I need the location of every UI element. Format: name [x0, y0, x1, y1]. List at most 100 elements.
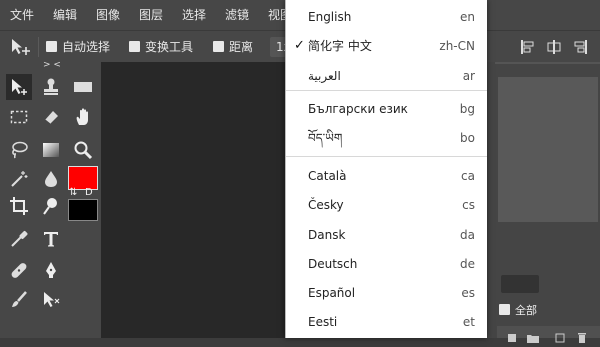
- language-dropdown: English en ✓ 简化字 中文 zh-CN العربية ar Бъл…: [285, 0, 487, 338]
- checkbox-icon: [499, 304, 510, 315]
- language-code: et: [462, 315, 475, 329]
- rectangle-icon: [74, 82, 92, 92]
- marquee-tool-button[interactable]: [6, 104, 32, 130]
- brush-icon: [12, 291, 27, 307]
- stamp-tool-button[interactable]: [38, 74, 64, 100]
- healing-tool-button[interactable]: [6, 257, 32, 283]
- language-code: cs: [462, 198, 475, 212]
- toolbox: > < ⇅ D: [0, 60, 101, 338]
- transform-tools-checkbox[interactable]: 变换工具: [129, 39, 193, 55]
- blur-tool-button[interactable]: [38, 166, 64, 192]
- language-name: Česky: [308, 198, 344, 212]
- marquee-icon: [10, 110, 28, 124]
- droplet-icon: [45, 171, 57, 187]
- brush-tool-button[interactable]: [6, 287, 32, 313]
- menu-file[interactable]: 文件: [10, 0, 34, 30]
- language-item-es[interactable]: Español es: [286, 281, 487, 305]
- language-name: Español: [308, 286, 356, 300]
- magic-wand-tool-button[interactable]: [6, 166, 32, 192]
- rectangle-tool-button[interactable]: [70, 74, 96, 100]
- lasso-icon: [12, 141, 28, 159]
- language-name: Български език: [308, 102, 408, 116]
- language-code: es: [461, 286, 475, 300]
- text-tool-button[interactable]: [38, 226, 64, 252]
- language-code: da: [460, 228, 475, 242]
- swap-colors-icon[interactable]: ⇅: [69, 187, 77, 198]
- menu-image[interactable]: 图像: [96, 0, 120, 30]
- language-item-ca[interactable]: Català ca: [286, 164, 487, 188]
- toolbox-collapse[interactable]: > <: [43, 60, 61, 70]
- language-code: bg: [459, 102, 475, 116]
- text-icon: [44, 232, 58, 247]
- menu-select[interactable]: 选择: [182, 0, 206, 30]
- language-code: de: [460, 257, 475, 271]
- zoom-tool-button[interactable]: [70, 137, 96, 163]
- align-center-icon[interactable]: [546, 39, 562, 55]
- hand-tool-button[interactable]: [70, 104, 96, 130]
- language-item-zh-cn[interactable]: ✓ 简化字 中文 zh-CN: [286, 34, 487, 58]
- distance-checkbox[interactable]: 距离: [213, 39, 253, 55]
- magic-wand-icon: [11, 171, 28, 187]
- eyedropper-icon: [11, 231, 28, 247]
- align-left-icon[interactable]: [520, 39, 536, 55]
- language-item-en[interactable]: English en: [286, 5, 487, 29]
- language-item-bo[interactable]: བོད་ཡིག bo: [286, 126, 487, 150]
- dodge-icon: [43, 198, 57, 215]
- hand-icon: [76, 108, 88, 125]
- language-name: Deutsch: [308, 257, 358, 271]
- background-color-swatch[interactable]: [68, 199, 98, 221]
- right-panel: 全部: [485, 62, 600, 343]
- magnifier-icon: [74, 141, 93, 160]
- eraser-icon: [44, 111, 58, 125]
- align-right-icon[interactable]: [572, 39, 588, 55]
- stamp-icon: [44, 78, 58, 95]
- move-tool-button[interactable]: [6, 74, 32, 100]
- language-code: ar: [462, 69, 475, 83]
- gradient-tool-button[interactable]: [38, 137, 64, 163]
- lasso-tool-button[interactable]: [6, 137, 32, 163]
- default-colors-button[interactable]: D: [85, 187, 93, 198]
- language-item-ar[interactable]: العربية ar: [286, 64, 487, 88]
- crop-tool-button[interactable]: [6, 193, 32, 219]
- language-code: ca: [461, 169, 475, 183]
- auto-select-checkbox[interactable]: 自动选择: [46, 39, 110, 55]
- crop-icon: [10, 197, 28, 215]
- language-name: Dansk: [308, 228, 346, 242]
- pen-tool-button[interactable]: [38, 257, 64, 283]
- checkmark-icon: ✓: [294, 38, 305, 53]
- menu-filter[interactable]: 滤镜: [225, 0, 249, 30]
- language-item-de[interactable]: Deutsch de: [286, 252, 487, 276]
- navigator-preview: [498, 77, 598, 222]
- checkbox-icon: [213, 41, 224, 52]
- path-select-icon: [44, 292, 60, 307]
- move-tool-icon: [10, 37, 32, 55]
- menu-edit[interactable]: 编辑: [53, 0, 77, 30]
- eyedropper-tool-button[interactable]: [6, 226, 32, 252]
- pen-icon: [46, 262, 56, 278]
- language-code: en: [460, 10, 475, 24]
- language-item-da[interactable]: Dansk da: [286, 223, 487, 247]
- language-item-et[interactable]: Eesti et: [286, 310, 487, 334]
- checkbox-icon: [46, 41, 57, 52]
- language-name: English: [308, 10, 352, 24]
- auto-select-label: 自动选择: [62, 40, 111, 54]
- language-name: བོད་ཡིག: [308, 131, 343, 145]
- menu-layer[interactable]: 图层: [139, 0, 163, 30]
- language-code: bo: [460, 131, 475, 145]
- language-code: zh-CN: [439, 39, 475, 53]
- transform-tools-label: 变换工具: [145, 40, 194, 54]
- opacity-field[interactable]: [501, 275, 539, 293]
- eraser-tool-button[interactable]: [38, 104, 64, 130]
- checkbox-icon: [129, 41, 140, 52]
- path-select-tool-button[interactable]: [38, 287, 64, 313]
- move-arrow-icon: [12, 79, 27, 95]
- dodge-tool-button[interactable]: [38, 193, 64, 219]
- distance-label: 距离: [229, 40, 254, 54]
- language-name: Català: [308, 169, 347, 183]
- language-name: 简化字 中文: [308, 39, 372, 53]
- language-item-cs[interactable]: Česky cs: [286, 193, 487, 217]
- gradient-icon: [43, 143, 59, 157]
- language-item-bg[interactable]: Български език bg: [286, 97, 487, 121]
- lock-all-checkbox[interactable]: 全部: [499, 302, 537, 318]
- bandage-icon: [11, 263, 27, 278]
